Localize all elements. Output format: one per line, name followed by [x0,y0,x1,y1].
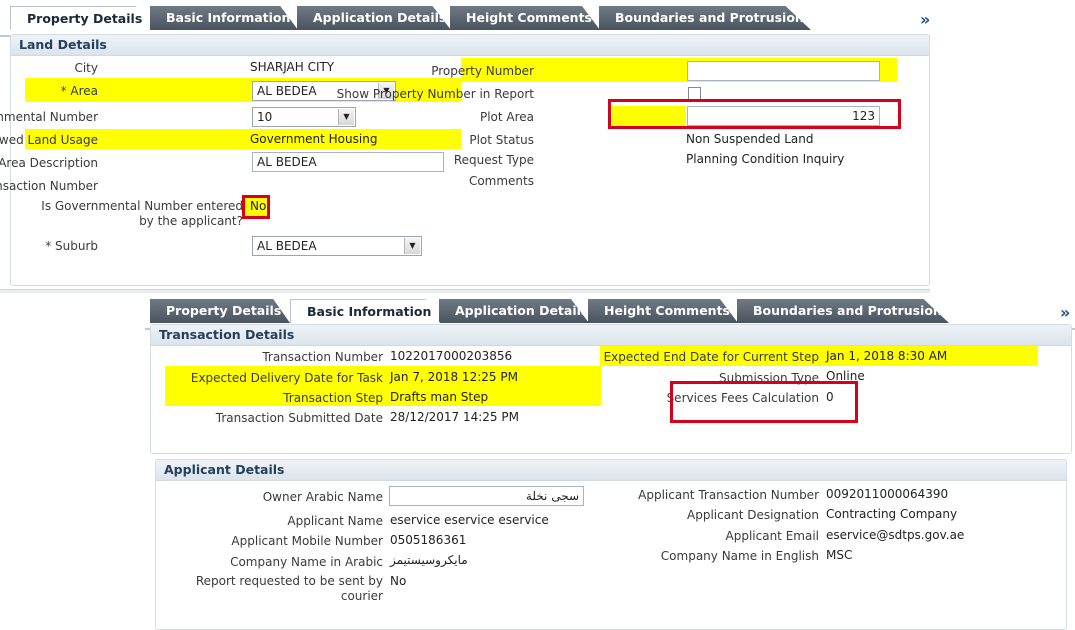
tab-application-details[interactable]: Application Details [297,6,451,30]
applicant-name-label: Applicant Name [287,514,383,528]
step-value: Drafts man Step [390,390,489,404]
request-type-value: Planning Condition Inquiry [686,152,845,166]
land-usage-label: Allowed Land Usage [0,133,98,147]
area-label: * Area [60,84,98,98]
more-tabs-icon[interactable]: » [1060,303,1070,322]
submitted-label: Transaction Submitted Date [215,411,383,425]
delivery-value: Jan 7, 2018 12:25 PM [390,370,518,384]
gov-number-label: * Governmental Number [0,110,98,124]
step-label: Transaction Step [283,391,383,405]
suburb-select[interactable]: AL BEDEA ▼ [252,236,422,256]
plot-area-label: Plot Area [479,110,534,124]
chevron-down-icon[interactable]: ▼ [338,109,354,125]
tab-property-details[interactable]: Property Details [10,6,150,30]
tab-bar: Property Details Basic Information Appli… [145,299,1075,330]
city-value: SHARJAH CITY [250,60,335,74]
old-txn-label: Old Transaction Number [0,179,98,193]
more-tabs-icon[interactable]: » [920,10,930,29]
delivery-label: Expected Delivery Date for Task [190,371,383,385]
suburb-label: * Suburb [45,239,98,253]
city-label: City [74,61,98,75]
end-date-label: Expected End Date for Current Step [603,350,819,364]
property-details-panel: Property Details Basic Information Appli… [0,0,930,293]
property-number-input[interactable] [687,61,880,81]
company-english-label: Company Name in English [660,549,819,563]
txn-number-value: 1022017000203856 [390,349,513,363]
email-label: Applicant Email [725,529,819,543]
tab-application-details[interactable]: Application Details [439,299,589,323]
tab-boundaries-protrusion[interactable]: Boundaries and Protrusion [599,6,811,30]
area-select-value: AL BEDEA [257,84,317,98]
company-arabic-value: مايكروسيستيمز [390,553,468,567]
area-desc-input[interactable]: AL BEDEA [252,152,444,172]
area-desc-label: * Area Description [0,156,98,170]
company-english-value: MSC [826,548,853,562]
courier-label: Report requested to be sent by courier [195,574,383,603]
section-title: Land Details [11,35,929,56]
tab-property-details[interactable]: Property Details [150,299,290,323]
applicant-name-value: eservice eservice eservice [390,513,549,527]
app-txn-label: Applicant Transaction Number [638,488,819,502]
company-arabic-label: Company Name in Arabic [230,555,383,569]
gov-entered-label: Is Governmental Number entered by the ap… [41,199,243,228]
tab-basic-information[interactable]: Basic Information [150,6,298,30]
request-type-label: Request Type [453,153,534,167]
end-date-value: Jan 1, 2018 8:30 AM [826,349,948,363]
land-usage-value: Government Housing [250,132,378,146]
owner-arabic-input[interactable]: سجى نخلة [389,486,584,506]
gov-number-select[interactable]: 10 ▼ [252,107,356,127]
tab-height-comments[interactable]: Height Comments [588,299,738,323]
plot-status-value: Non Suspended Land [686,132,814,146]
email-value: eservice@sdtps.gov.ae [826,528,965,542]
app-txn-value: 0092011000064390 [826,487,949,501]
annotation-box [608,99,901,129]
tab-boundaries-protrusion[interactable]: Boundaries and Protrusion [737,299,949,323]
tab-height-comments[interactable]: Height Comments [450,6,600,30]
suburb-select-value: AL BEDEA [257,239,317,253]
basic-information-panel: Property Details Basic Information Appli… [145,293,1075,630]
gov-number-select-value: 10 [257,110,273,124]
show-property-label: Show Property Number in Report [336,87,534,101]
txn-number-label: Transaction Number [262,350,383,364]
tab-basic-information[interactable]: Basic Information [290,299,440,323]
section-title: Transaction Details [151,325,1071,346]
mobile-label: Applicant Mobile Number [231,534,383,548]
section-title: Applicant Details [156,460,1066,481]
chevron-down-icon[interactable]: ▼ [404,238,420,254]
courier-value: No [390,574,407,588]
mobile-value: 0505186361 [390,533,467,547]
tab-bar: Property Details Basic Information Appli… [0,6,930,37]
annotation-box [242,195,270,219]
owner-arabic-label: Owner Arabic Name [262,490,383,504]
property-number-label: Property Number [431,64,534,78]
designation-label: Applicant Designation [687,508,819,522]
plot-status-label: Plot Status [469,133,534,147]
annotation-box [670,381,858,423]
designation-value: Contracting Company [826,507,958,521]
comments-label: Comments [468,174,534,188]
submitted-value: 28/12/2017 14:25 PM [390,410,519,424]
